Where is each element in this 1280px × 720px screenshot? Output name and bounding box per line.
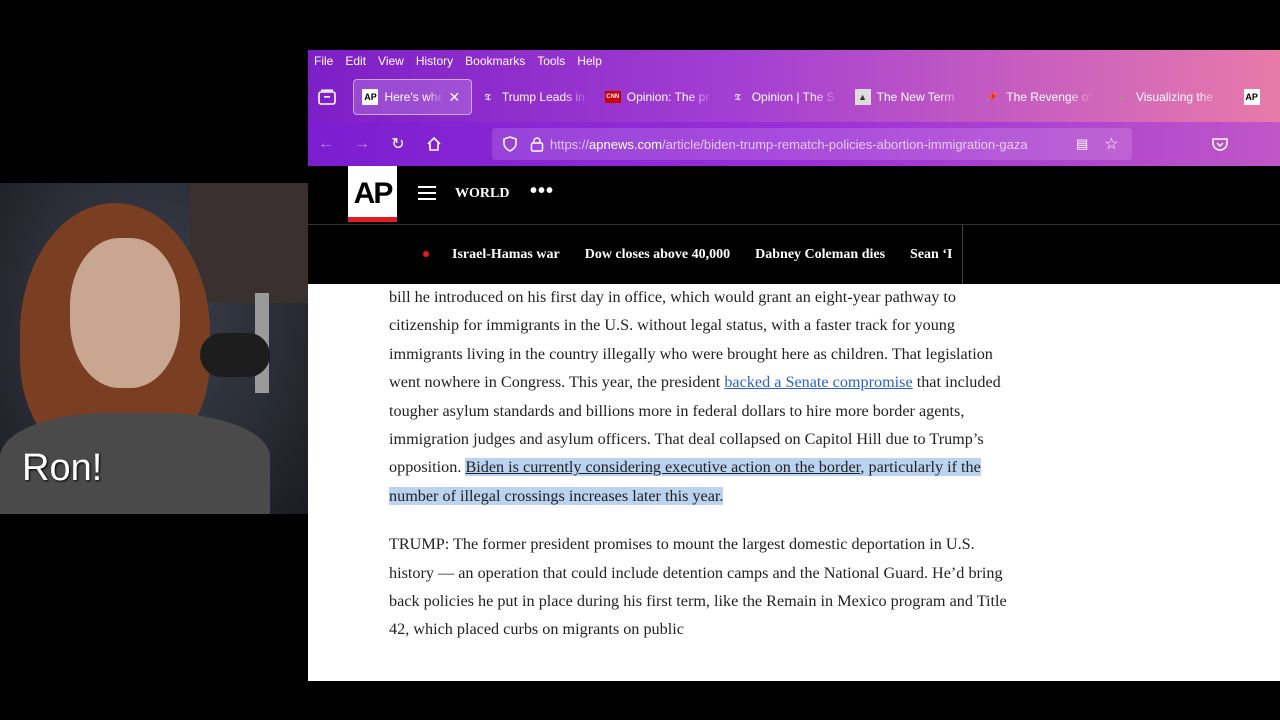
tab-cnn-opinion[interactable]: CNN Opinion: The pr bbox=[597, 80, 722, 114]
live-dot-icon bbox=[423, 251, 429, 257]
tab-label: Opinion | The S bbox=[751, 90, 835, 104]
senate-compromise-link[interactable]: backed a Senate compromise bbox=[724, 373, 912, 391]
section-world-link[interactable]: WORLD bbox=[455, 186, 509, 202]
trending-link[interactable]: Sean ‘I bbox=[910, 247, 952, 263]
tab-close-icon[interactable]: ✕ bbox=[448, 89, 460, 106]
nr-favicon-icon: ▲ bbox=[854, 89, 871, 105]
webcam-overlay: Ron! bbox=[0, 183, 308, 514]
url-text[interactable]: https://apnews.com/article/biden-trump-r… bbox=[550, 137, 1062, 152]
trending-bar: Israel-Hamas war Dow closes above 40,000… bbox=[308, 224, 1280, 284]
ap-logo-text: AP bbox=[353, 177, 394, 210]
menu-edit[interactable]: Edit bbox=[345, 54, 366, 68]
forward-arrow-icon: → bbox=[354, 135, 370, 152]
tab-revenge-of[interactable]: 📌 The Revenge of bbox=[976, 80, 1106, 114]
lock-icon[interactable] bbox=[530, 136, 544, 152]
tab-label: Visualizing the bbox=[1135, 90, 1214, 104]
cnn-favicon-icon: CNN bbox=[604, 91, 621, 103]
menu-bookmarks[interactable]: Bookmarks bbox=[465, 54, 525, 68]
reload-icon: ↻ bbox=[391, 136, 405, 153]
person-face bbox=[70, 238, 180, 388]
menu-bar: File Edit View History Bookmarks Tools H… bbox=[308, 50, 1280, 72]
tab-overview-button[interactable] bbox=[308, 77, 346, 117]
menu-file[interactable]: File bbox=[314, 54, 333, 68]
bookmark-star-icon[interactable]: ☆ bbox=[1104, 134, 1118, 154]
tab-label: Trump Leads in bbox=[501, 90, 585, 104]
tab-overview-icon bbox=[318, 89, 336, 105]
microphone bbox=[200, 333, 270, 377]
ap-logo-bar bbox=[348, 217, 397, 222]
tab-nyt-trump-leads[interactable]: 𝔗 Trump Leads in bbox=[472, 80, 597, 114]
menu-help[interactable]: Help bbox=[577, 54, 602, 68]
tab-new-term[interactable]: ▲ The New Term bbox=[847, 80, 977, 114]
trending-items: Israel-Hamas war Dow closes above 40,000… bbox=[452, 225, 963, 284]
article-paragraph: bill he introduced on his first day in o… bbox=[389, 288, 1001, 505]
ap-favicon-icon: AP bbox=[1243, 89, 1260, 105]
article-paragraph: TRUMP: The former president promises to … bbox=[389, 535, 1007, 639]
trending-link[interactable]: Dow closes above 40,000 bbox=[585, 247, 730, 263]
tab-ap-article[interactable]: AP Here's where ✕ bbox=[353, 79, 472, 115]
tab-label: Opinion: The pr bbox=[626, 90, 710, 104]
home-button[interactable] bbox=[416, 126, 452, 162]
nyt-favicon-icon: 𝔗 bbox=[484, 91, 491, 102]
tab-label: Here's where bbox=[384, 90, 445, 104]
tab-bar: AP Here's where ✕ 𝔗 Trump Leads in CNN O… bbox=[308, 72, 1280, 122]
trending-link[interactable]: Israel-Hamas war bbox=[452, 247, 560, 263]
pocket-icon bbox=[1212, 138, 1228, 151]
menu-tools[interactable]: Tools bbox=[537, 54, 565, 68]
reader-view-icon[interactable]: ▤ bbox=[1076, 136, 1088, 152]
webcam-caption: Ron! bbox=[22, 447, 103, 489]
back-button[interactable]: ← bbox=[308, 126, 344, 162]
forward-button[interactable]: → bbox=[344, 126, 380, 162]
browser-window: File Edit View History Bookmarks Tools H… bbox=[308, 50, 1280, 681]
ap-logo[interactable]: AP bbox=[348, 166, 397, 222]
more-options-icon[interactable]: ••• bbox=[530, 180, 554, 203]
tab-ap-second[interactable]: AP bbox=[1236, 80, 1280, 114]
ap-favicon-icon: AP bbox=[362, 89, 379, 105]
pin-favicon-icon: 📌 bbox=[986, 91, 998, 102]
highlighted-text: Biden is currently considering executive… bbox=[389, 458, 981, 505]
nav-bar: ← → ↻ https://apnews.com/article/biden-t… bbox=[308, 122, 1280, 166]
background-shelf bbox=[190, 183, 308, 303]
vc-favicon-icon: ◒ bbox=[1119, 92, 1125, 102]
nyt-favicon-icon: 𝔗 bbox=[734, 91, 741, 102]
trending-link[interactable]: Dabney Coleman dies bbox=[755, 247, 885, 263]
hamburger-menu-icon[interactable] bbox=[418, 186, 436, 200]
back-arrow-icon: ← bbox=[318, 135, 334, 152]
tab-label: The Revenge of bbox=[1006, 90, 1092, 104]
tab-nyt-opinion[interactable]: 𝔗 Opinion | The S bbox=[722, 80, 847, 114]
pocket-button[interactable] bbox=[1202, 126, 1238, 162]
home-icon bbox=[427, 136, 441, 151]
ap-site-header: AP WORLD ••• bbox=[308, 166, 1280, 224]
tab-visualizing[interactable]: ◒ Visualizing the bbox=[1106, 80, 1236, 114]
url-bar[interactable]: https://apnews.com/article/biden-trump-r… bbox=[492, 128, 1132, 160]
menu-view[interactable]: View bbox=[378, 54, 404, 68]
reload-button[interactable]: ↻ bbox=[380, 126, 416, 162]
menu-history[interactable]: History bbox=[416, 54, 453, 68]
shield-icon[interactable] bbox=[502, 136, 518, 152]
article-body: bill he introduced on his first day in o… bbox=[389, 283, 1014, 664]
browser-chrome: File Edit View History Bookmarks Tools H… bbox=[308, 50, 1280, 166]
tab-label: The New Term bbox=[876, 90, 955, 104]
